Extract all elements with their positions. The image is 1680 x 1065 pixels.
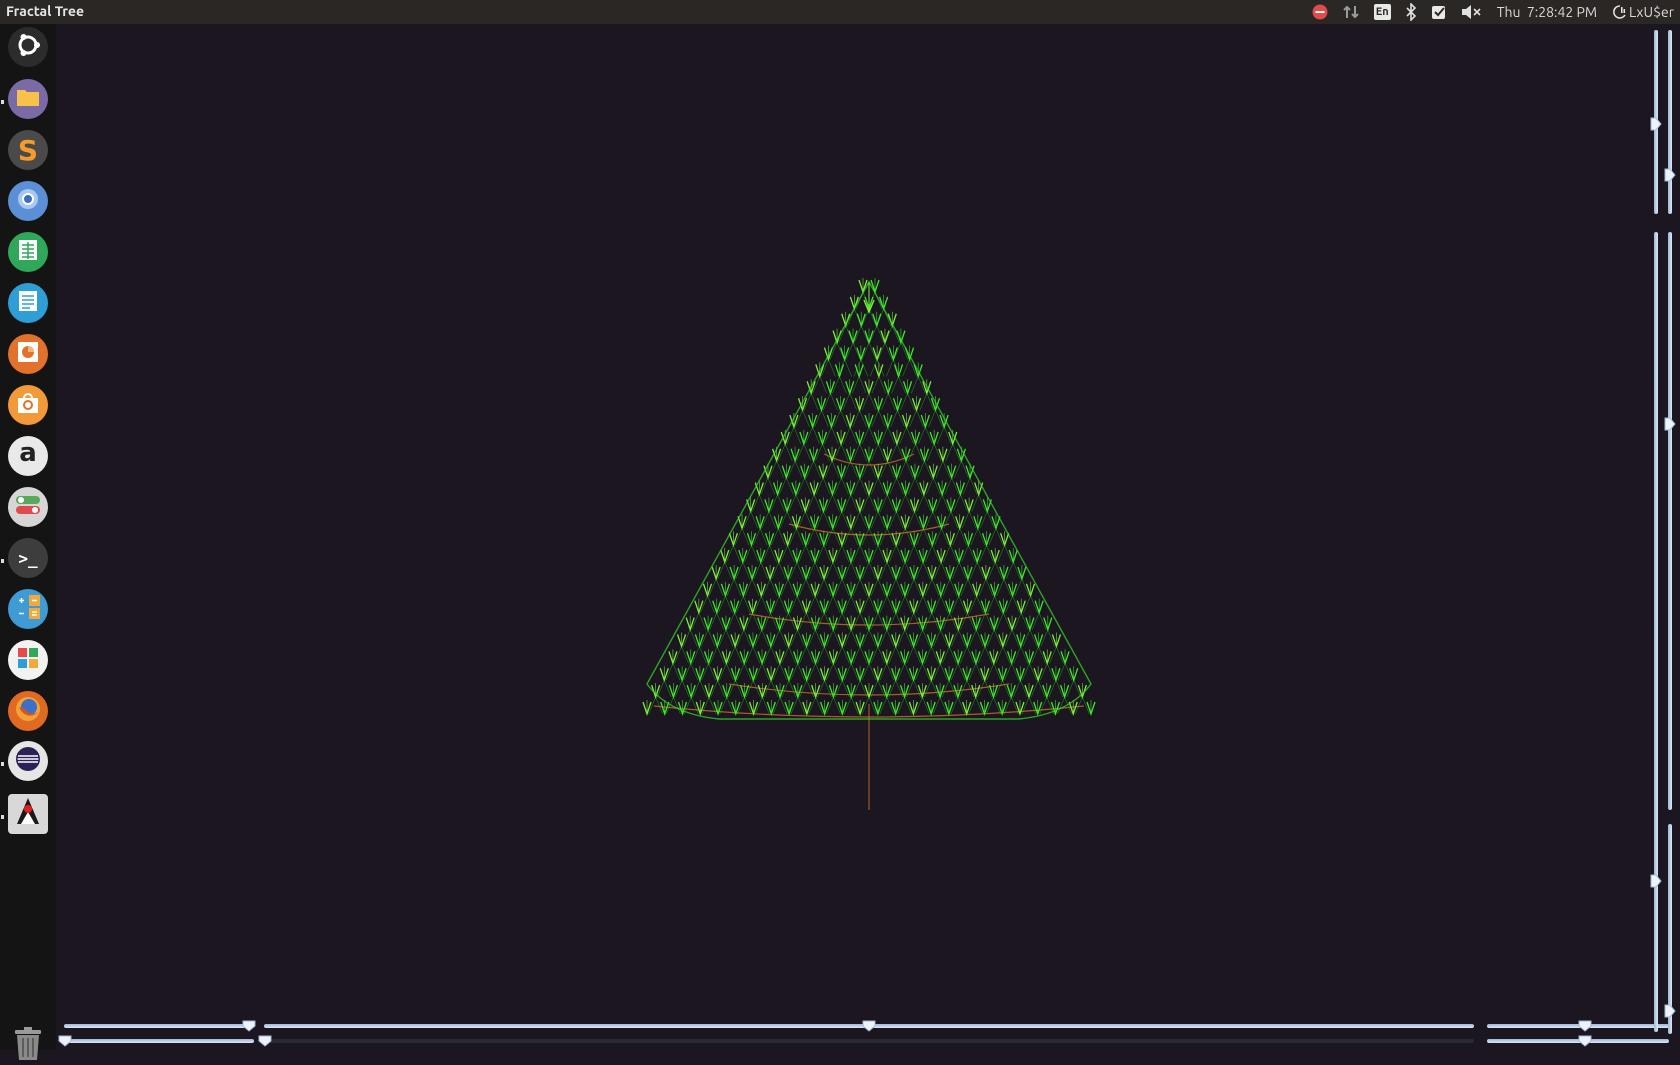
slider-branch-c[interactable]: [1668, 824, 1672, 1034]
chromium-icon: [16, 187, 40, 215]
app-grid-icon: [17, 647, 39, 673]
slider-thumb[interactable]: [1650, 874, 1662, 888]
toggles-icon: [15, 494, 41, 520]
slider-length[interactable]: [264, 1039, 1474, 1043]
folder-icon: [16, 87, 40, 111]
slider-thumb[interactable]: [1650, 117, 1662, 131]
indicator-area: En Thu 7:28:42 PM LxU$er: [1305, 0, 1680, 24]
top-panel: Fractal Tree En Thu 7:28:42 PM LxU$er: [0, 0, 1680, 24]
launcher-java-duke[interactable]: [8, 794, 48, 834]
slider-thumb[interactable]: [242, 1020, 256, 1032]
fractal-tree: [642, 278, 1096, 810]
slider-spread[interactable]: [64, 1039, 254, 1043]
launcher-firefox[interactable]: [8, 691, 48, 731]
window-title: Fractal Tree: [6, 3, 85, 19]
ubuntu-logo-icon: [15, 32, 41, 62]
spreadsheet-icon: [18, 239, 38, 265]
presentation-icon: [17, 341, 39, 367]
launcher-software-center[interactable]: [8, 385, 48, 425]
launcher-trash[interactable]: [12, 1027, 44, 1065]
slider-thumb[interactable]: [1578, 1020, 1592, 1032]
launcher-terminal[interactable]: >_: [8, 538, 48, 578]
launcher-sublime-text[interactable]: S: [8, 130, 48, 170]
bluetooth-icon[interactable]: [1405, 0, 1417, 24]
terminal-prompt-icon: >_: [18, 548, 38, 568]
slider-thumb[interactable]: [258, 1035, 272, 1047]
session-icon: [1611, 4, 1627, 20]
document-icon: [18, 290, 38, 316]
launcher-app-grid[interactable]: [8, 640, 48, 680]
slider-branch-b[interactable]: [1668, 232, 1672, 810]
fractal-canvas[interactable]: [56, 24, 1680, 1050]
running-indicator: [1, 815, 4, 819]
amazon-a-icon: a: [19, 438, 37, 468]
launcher-eclipse[interactable]: [8, 741, 48, 781]
updates-check-icon[interactable]: [1431, 0, 1447, 24]
slider-thumb[interactable]: [1578, 1035, 1592, 1047]
running-indicator: [1, 762, 4, 766]
do-not-disturb-icon[interactable]: [1312, 0, 1328, 24]
launcher-calculator[interactable]: [8, 589, 48, 629]
launcher-files[interactable]: [8, 79, 48, 119]
launcher-libreoffice-writer[interactable]: [8, 283, 48, 323]
clock[interactable]: Thu 7:28:42 PM: [1497, 0, 1597, 24]
slider-thumb[interactable]: [1664, 168, 1676, 182]
launcher: S a >_: [0, 24, 57, 1060]
session-menu[interactable]: LxU$er: [1611, 0, 1674, 24]
network-arrows-icon[interactable]: [1342, 0, 1360, 24]
bag-icon: [16, 392, 40, 418]
slider-thumb[interactable]: [58, 1035, 72, 1047]
sublime-s-icon: S: [17, 133, 39, 167]
slider-thumb[interactable]: [862, 1020, 876, 1032]
launcher-libreoffice-impress[interactable]: [8, 334, 48, 374]
slider-branch-a[interactable]: [1654, 232, 1658, 1032]
running-indicator: [1, 100, 4, 104]
user-name: LxU$er: [1629, 4, 1674, 20]
eclipse-icon: [14, 745, 42, 777]
launcher-chromium[interactable]: [8, 181, 48, 221]
launcher-amazon[interactable]: a: [8, 436, 48, 476]
keyboard-layout-label: En: [1373, 4, 1391, 20]
launcher-libreoffice-calc[interactable]: [8, 232, 48, 272]
running-indicator: [1, 559, 4, 563]
java-duke-icon: [11, 795, 45, 833]
launcher-system-settings[interactable]: [8, 487, 48, 527]
slider-rotation-y[interactable]: [1668, 30, 1672, 214]
firefox-icon: [14, 695, 42, 727]
keyboard-layout-icon[interactable]: En: [1373, 0, 1391, 24]
slider-thumb[interactable]: [1664, 1004, 1676, 1018]
calculator-icon: [15, 594, 41, 624]
slider-thumb[interactable]: [1664, 417, 1676, 431]
volume-muted-icon[interactable]: [1461, 0, 1483, 24]
slider-depth[interactable]: [64, 1024, 254, 1028]
launcher-ubuntu-dash[interactable]: [8, 27, 48, 67]
